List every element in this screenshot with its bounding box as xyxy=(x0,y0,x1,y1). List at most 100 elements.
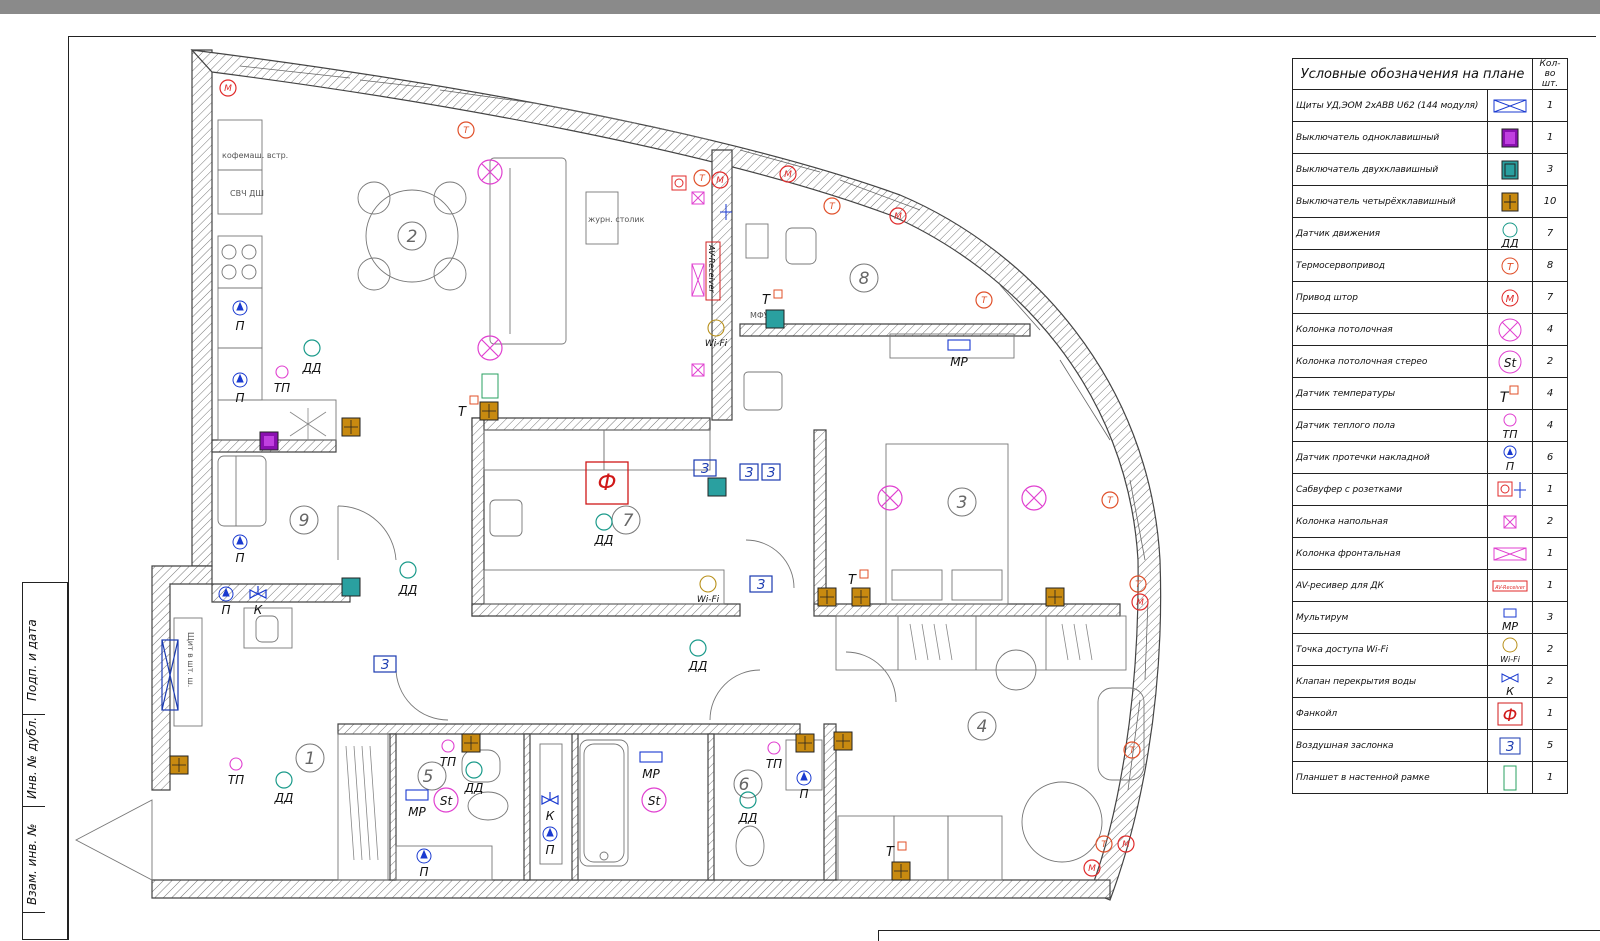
ceiling-speaker-icon xyxy=(1487,313,1533,346)
wall-bath-divider3 xyxy=(571,733,579,881)
floor-speaker-icon xyxy=(691,191,705,377)
svg-text:Т: Т xyxy=(1500,390,1510,406)
legend-item-qty: 8 xyxy=(1532,249,1568,282)
legend-item-name: Планшет в настенной рамке xyxy=(1292,761,1488,794)
st-label: St xyxy=(440,794,454,808)
wifi-label: Wi-Fi xyxy=(705,339,728,349)
wall-room3-left xyxy=(813,429,827,611)
legend-row: Клапан перекрытия воды К 2 xyxy=(1292,665,1568,698)
legend-row: Воздушная заслонка З 5 xyxy=(1292,729,1568,762)
legend-item-qty: 5 xyxy=(1532,729,1568,762)
t-letter: Т xyxy=(829,202,836,212)
curtain-drive-icon: М xyxy=(1487,281,1533,314)
mp-label: МР xyxy=(408,805,426,819)
temp-t-letter: Т xyxy=(848,573,857,588)
wall-bath-divider1 xyxy=(389,733,397,881)
dd-label: ДД xyxy=(302,361,322,375)
av-receiver-icon: AV-Receiver xyxy=(1487,569,1533,602)
legend-row: Датчик температуры Т 4 xyxy=(1292,377,1568,410)
motion-sensor-icon xyxy=(275,339,757,809)
svg-text:П: П xyxy=(1506,460,1514,472)
legend-item-qty: 1 xyxy=(1532,537,1568,570)
svg-text:К: К xyxy=(1506,685,1515,696)
svg-text:Ф: Ф xyxy=(1503,706,1518,726)
legend-row: Фанкойл Ф 1 xyxy=(1292,697,1568,730)
legend-item-name: Фанкойл xyxy=(1292,697,1488,730)
tp-label: ТП xyxy=(766,757,782,771)
legend-item-name: Выключатель двухклавишный xyxy=(1292,153,1488,186)
switch-4-icon xyxy=(1487,185,1533,218)
room-8-label: 8 xyxy=(859,269,870,289)
room-4-label: 4 xyxy=(977,717,988,737)
tp-label: ТП xyxy=(274,381,290,395)
wall-bath-divider2 xyxy=(523,733,531,881)
legend-item-name: Сабвуфер с розетками xyxy=(1292,473,1488,506)
m-letter: М xyxy=(894,212,902,222)
room-9-label: 9 xyxy=(299,511,310,531)
legend-item-qty: 7 xyxy=(1532,281,1568,314)
mp-label: МР xyxy=(950,355,968,369)
t-letter: Т xyxy=(463,126,470,136)
legend-row: AV-ресивер для ДК AV-Receiver 1 xyxy=(1292,569,1568,602)
tp-label: ТП xyxy=(440,755,456,769)
p-label: П xyxy=(235,551,244,565)
legend-item-qty: 1 xyxy=(1532,121,1568,154)
st-label: St xyxy=(648,794,662,808)
room-2-label: 2 xyxy=(407,227,418,247)
leak-sensor-icon: П xyxy=(1487,441,1533,474)
wifi-label: Wi-Fi xyxy=(697,595,720,605)
legend-row: Сабвуфер с розетками 1 xyxy=(1292,473,1568,506)
temp-t-letter: Т xyxy=(458,405,467,420)
dd-label: ДД xyxy=(398,583,418,597)
p-label: П xyxy=(235,319,244,333)
wardrobe-lines xyxy=(289,408,1093,861)
plan-text-labels: кофемаш. встр. СВЧ ДШ журн. столик МФУ xyxy=(222,151,769,320)
legend-row: Щиты УД,ЭОМ 2хABB U62 (144 модуля) 1 xyxy=(1292,89,1568,122)
wifi-ap-icon: Wi-Fi xyxy=(1487,633,1533,666)
legend-item-name: Колонка фронтальная xyxy=(1292,537,1488,570)
t-letter: Т xyxy=(699,174,706,184)
legend-item-name: Выключатель четырёхклавишный xyxy=(1292,185,1488,218)
z-label: З xyxy=(701,462,709,477)
dd-label: ДД xyxy=(688,659,708,673)
dd-label: ДД xyxy=(274,791,294,805)
floor-sensor-icon: ТП xyxy=(1487,409,1533,442)
legend-item-qty: 1 xyxy=(1532,473,1568,506)
legend-item-name: AV-ресивер для ДК xyxy=(1292,569,1488,602)
stereo-speaker-icon: St xyxy=(1487,345,1533,378)
legend-item-qty: 1 xyxy=(1532,761,1568,794)
floor-speaker-icon xyxy=(1487,505,1533,538)
legend-row: Мультирум МР 3 xyxy=(1292,601,1568,634)
legend-table: Условные обозначения на плане Кол-во шт.… xyxy=(1292,58,1568,794)
legend-item-qty: 3 xyxy=(1532,601,1568,634)
wall-bath-divider4 xyxy=(707,733,715,881)
curtain-drive-icon xyxy=(219,79,1149,877)
z-label: З xyxy=(757,578,765,593)
legend-row: Колонка потолочная 4 xyxy=(1292,313,1568,346)
av-receiver-label: AV-Receiver xyxy=(707,244,716,293)
svch-label: СВЧ ДШ xyxy=(230,189,264,198)
legend-item-qty: 2 xyxy=(1532,665,1568,698)
z-label: З xyxy=(767,466,775,481)
p-label: П xyxy=(419,865,428,879)
legend-item-name: Датчик теплого пола xyxy=(1292,409,1488,442)
legend-item-name: Привод штор xyxy=(1292,281,1488,314)
svg-text:МР: МР xyxy=(1502,620,1518,632)
switch-1-icon xyxy=(1487,121,1533,154)
legend-item-qty: 2 xyxy=(1532,505,1568,538)
temp-sensor-icon: Т xyxy=(1487,377,1533,410)
legend-item-name: Воздушная заслонка xyxy=(1292,729,1488,762)
multiroom-icon: МР xyxy=(1487,601,1533,634)
legend-item-qty: 1 xyxy=(1532,89,1568,122)
switch-4-icon xyxy=(169,401,1065,881)
k-label: К xyxy=(546,809,555,823)
wall-bath-top xyxy=(337,723,801,735)
legend-item-name: Колонка потолочная стерео xyxy=(1292,345,1488,378)
legend-item-qty: 3 xyxy=(1532,153,1568,186)
legend-row: Точка доступа Wi-Fi Wi-Fi 2 xyxy=(1292,633,1568,666)
floor-plan: кофемаш. встр. СВЧ ДШ журн. столик МФУ Щ… xyxy=(75,49,1162,901)
legend-item-qty: 4 xyxy=(1532,377,1568,410)
legend-item-qty: 4 xyxy=(1532,313,1568,346)
m-letter: М xyxy=(784,170,792,180)
m-letter: М xyxy=(1088,864,1096,874)
